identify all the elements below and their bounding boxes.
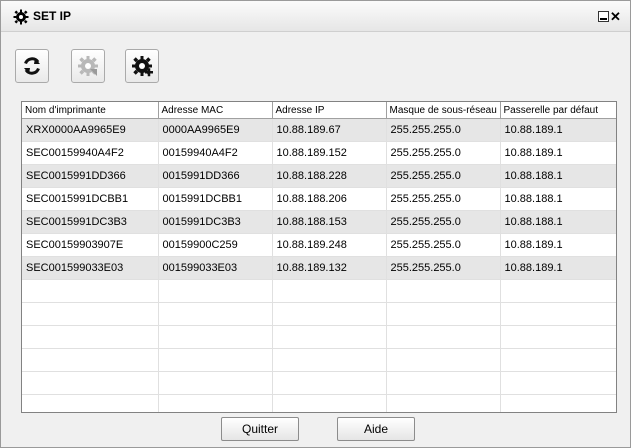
mac-address-cell: 0015991DD366 [158, 164, 273, 188]
subnet-mask-cell: 255.255.255.0 [386, 210, 501, 234]
set-ip-window: SET IP ✕ Nom d'imprimante Adresse MAC Ad… [0, 0, 631, 448]
settings-button-disabled[interactable] [71, 49, 105, 83]
quit-button[interactable]: Quitter [221, 417, 299, 441]
gateway-cell: 10.88.189.1 [500, 118, 616, 142]
column-header-gateway[interactable]: Passerelle par défaut [500, 102, 616, 119]
subnet-mask-cell: 255.255.255.0 [386, 164, 501, 188]
printer-name-cell: SEC00159903907E [22, 233, 159, 257]
close-button[interactable]: ✕ [610, 10, 621, 23]
printer-name-cell: SEC001599033E03 [22, 256, 159, 280]
printer-name-cell: SEC0015991DCBB1 [22, 187, 159, 211]
column-header-printer-name[interactable]: Nom d'imprimante [22, 102, 159, 119]
empty-row [22, 279, 616, 303]
gateway-cell: 10.88.188.1 [500, 187, 616, 211]
ip-address-cell: 10.88.188.153 [272, 210, 387, 234]
empty-row [22, 302, 616, 326]
refresh-button[interactable] [15, 49, 49, 83]
mac-address-cell: 0000AA9965E9 [158, 118, 273, 142]
printer-name-cell: SEC0015991DD366 [22, 164, 159, 188]
table-row[interactable]: SEC0015991DC3B3 0015991DC3B3 10.88.188.1… [22, 210, 616, 234]
empty-row [22, 394, 616, 412]
gear-add-icon [132, 56, 153, 77]
printer-name-cell: XRX0000AA9965E9 [22, 118, 159, 142]
gear-settings-icon [78, 56, 98, 76]
table-row[interactable]: SEC00159940A4F2 00159940A4F2 10.88.189.1… [22, 141, 616, 165]
table-row[interactable]: SEC0015991DCBB1 0015991DCBB1 10.88.188.2… [22, 187, 616, 211]
empty-row [22, 371, 616, 395]
add-printer-button[interactable] [125, 49, 159, 83]
ip-address-cell: 10.88.189.152 [272, 141, 387, 165]
gateway-cell: 10.88.189.1 [500, 233, 616, 257]
table-row[interactable]: XRX0000AA9965E9 0000AA9965E9 10.88.189.6… [22, 118, 616, 142]
subnet-mask-cell: 255.255.255.0 [386, 118, 501, 142]
empty-row [22, 325, 616, 349]
title-bar: SET IP ✕ [1, 1, 630, 32]
table-row[interactable]: SEC0015991DD366 0015991DD366 10.88.188.2… [22, 164, 616, 188]
subnet-mask-cell: 255.255.255.0 [386, 141, 501, 165]
printer-name-cell: SEC00159940A4F2 [22, 141, 159, 165]
window-title: SET IP [33, 9, 72, 23]
mac-address-cell: 0015991DC3B3 [158, 210, 273, 234]
mac-address-cell: 00159940A4F2 [158, 141, 273, 165]
gateway-cell: 10.88.189.1 [500, 256, 616, 280]
ip-address-cell: 10.88.188.206 [272, 187, 387, 211]
ip-address-cell: 10.88.189.67 [272, 118, 387, 142]
toolbar [1, 31, 630, 91]
mac-address-cell: 0015991DCBB1 [158, 187, 273, 211]
column-header-mac-address[interactable]: Adresse MAC [158, 102, 273, 119]
ip-address-cell: 10.88.189.132 [272, 256, 387, 280]
column-header-subnet-mask[interactable]: Masque de sous-réseau [386, 102, 501, 119]
printer-name-cell: SEC0015991DC3B3 [22, 210, 159, 234]
gateway-cell: 10.88.189.1 [500, 141, 616, 165]
table-row[interactable]: SEC00159903907E 00159900C259 10.88.189.2… [22, 233, 616, 257]
gateway-cell: 10.88.188.1 [500, 164, 616, 188]
mac-address-cell: 001599033E03 [158, 256, 273, 280]
subnet-mask-cell: 255.255.255.0 [386, 233, 501, 257]
table-row[interactable]: SEC001599033E03 001599033E03 10.88.189.1… [22, 256, 616, 280]
column-header-ip-address[interactable]: Adresse IP [272, 102, 387, 119]
table-header-row: Nom d'imprimante Adresse MAC Adresse IP … [22, 102, 616, 119]
printer-table[interactable]: Nom d'imprimante Adresse MAC Adresse IP … [21, 101, 617, 413]
empty-row [22, 348, 616, 372]
ip-address-cell: 10.88.189.248 [272, 233, 387, 257]
help-button[interactable]: Aide [337, 417, 415, 441]
minimize-button[interactable] [598, 11, 609, 22]
ip-address-cell: 10.88.188.228 [272, 164, 387, 188]
gateway-cell: 10.88.188.1 [500, 210, 616, 234]
subnet-mask-cell: 255.255.255.0 [386, 256, 501, 280]
mac-address-cell: 00159900C259 [158, 233, 273, 257]
subnet-mask-cell: 255.255.255.0 [386, 187, 501, 211]
gear-icon [13, 9, 29, 25]
refresh-icon [24, 57, 40, 75]
